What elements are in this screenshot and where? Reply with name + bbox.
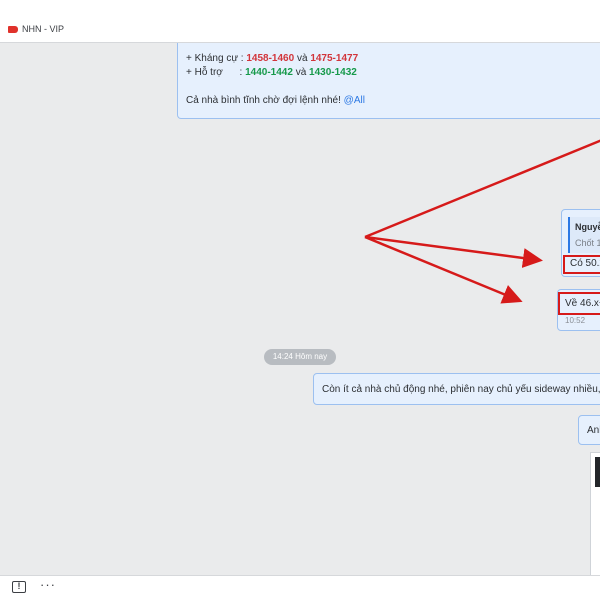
quoted-sender-name: Nguyễ [575,222,600,232]
add-comment-icon[interactable]: ! [12,581,26,593]
image-thumbnail[interactable] [595,457,600,487]
chat-header: NHN - VIP [0,0,600,43]
support-range-1: 1440-1442 [245,67,293,78]
chat-title[interactable]: NHN - VIP [22,24,64,34]
anh-text: Anh [587,425,600,436]
support-line: + Hỗ trợ : 1440-1442 và 1430-1432 [186,67,357,78]
support-range-2: 1430-1432 [309,67,357,78]
chat-footer: ! ··· [0,575,600,600]
label-tag-icon [8,26,18,33]
mention-all-link[interactable]: @All [344,95,365,106]
resistance-range-2: 1475-1477 [310,53,359,64]
message-bubble-sideway[interactable]: Còn ít cả nhà chủ động nhé, phiên nay ch… [313,373,600,405]
resistance-range-1: 1458-1460 [246,53,295,64]
more-horizontal-icon[interactable]: ··· [40,577,56,592]
highlight-box-reply [563,255,600,274]
message-bubble-levels[interactable]: + Kháng cự : 1458-1460 và 1475-1477 + Hỗ… [177,43,600,119]
quoted-text: Chốt 1 [575,238,600,248]
quoted-message[interactable]: Nguyễ Chốt 1 [568,217,600,253]
closing-line: Cả nhà bình tĩnh chờ đợi lệnh nhé! @All [186,95,365,106]
message-bubble-anh[interactable]: Anh [578,415,600,445]
sideway-text: Còn ít cả nhà chủ động nhé, phiên nay ch… [322,384,600,395]
message-area[interactable]: + Kháng cự : 1458-1460 và 1475-1477 + Hỗ… [0,43,600,575]
image-attachment[interactable] [590,452,600,575]
highlight-box-ve [558,292,600,315]
resistance-line: + Kháng cự : 1458-1460 và 1475-1477 [186,53,359,64]
date-divider: 14:24 Hôm nay [264,349,336,365]
message-timestamp: 10:52 [565,316,586,325]
